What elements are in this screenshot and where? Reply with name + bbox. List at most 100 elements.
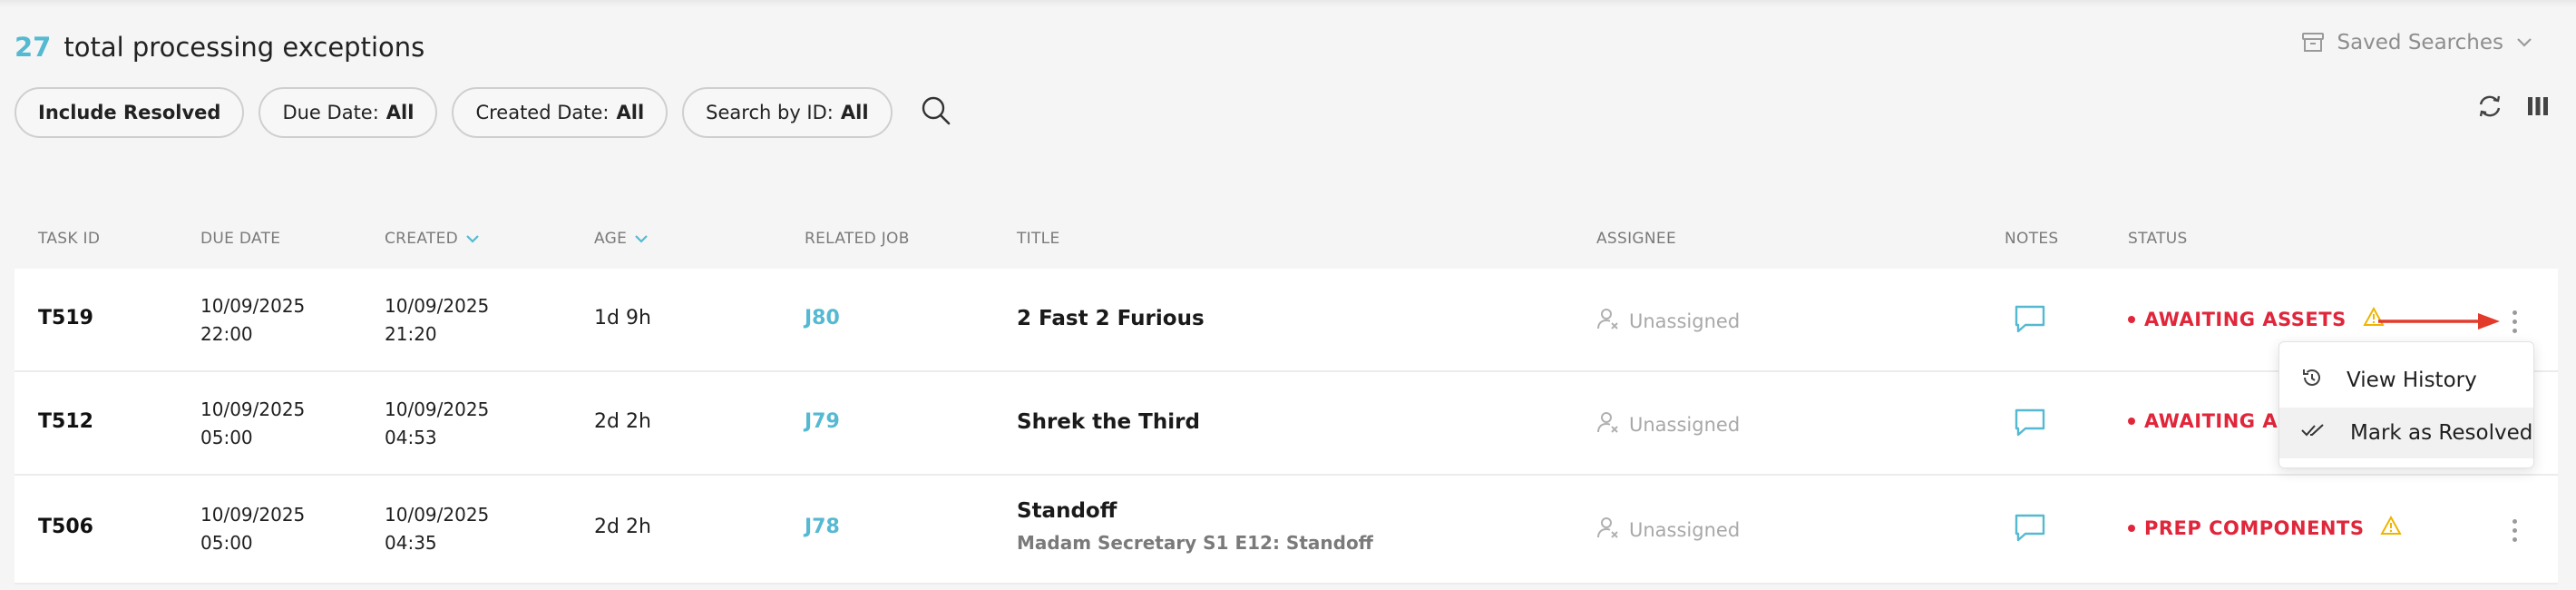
unassigned-user-icon	[1596, 410, 1620, 438]
due-date: 10/09/2025	[200, 295, 306, 317]
assignee[interactable]: Unassigned	[1596, 516, 1740, 544]
created-cell: 10/09/2025 21:20	[385, 292, 489, 349]
created-time: 21:20	[385, 323, 437, 345]
status-label: AWAITING ASSETS	[2144, 308, 2347, 330]
saved-searches-dropdown[interactable]: Saved Searches	[2302, 31, 2532, 54]
comment-icon	[2015, 305, 2045, 338]
created-date: 10/09/2025	[385, 398, 490, 420]
due-time: 05:00	[200, 532, 253, 554]
task-subtitle: Madam Secretary S1 E12: Standoff	[1017, 532, 1373, 554]
notes-button[interactable]	[2015, 305, 2045, 338]
view-history-label: View History	[2347, 369, 2477, 392]
assignee[interactable]: Unassigned	[1596, 307, 1740, 335]
table-row[interactable]: T506 10/09/2025 05:00 10/09/2025 04:35 2…	[15, 476, 2558, 585]
status-dot	[2128, 418, 2135, 425]
task-id: T519	[38, 307, 93, 329]
status-label: PREP COMPONENTS	[2144, 516, 2365, 539]
created-cell: 10/09/2025 04:35	[385, 501, 489, 557]
assignee[interactable]: Unassigned	[1596, 410, 1740, 438]
page-title-text: total processing exceptions	[63, 32, 425, 63]
unassigned-user-icon	[1596, 307, 1620, 335]
archive-icon	[2302, 33, 2325, 53]
created-date-filter[interactable]: Created Date: All	[452, 87, 668, 138]
created-cell: 10/09/2025 04:53	[385, 396, 489, 452]
table-tools	[2476, 94, 2549, 122]
due-date-filter-value: All	[385, 102, 415, 123]
col-status[interactable]: STATUS	[2128, 230, 2188, 248]
task-title: 2 Fast 2 Furious	[1017, 307, 1205, 330]
annotation-arrow	[2376, 310, 2503, 336]
related-job-link[interactable]: J80	[805, 307, 840, 329]
task-title: Standoff	[1017, 499, 1117, 523]
notes-button[interactable]	[2015, 408, 2045, 441]
due-time: 05:00	[200, 427, 253, 448]
task-id: T506	[38, 516, 93, 538]
due-date: 10/09/2025	[200, 398, 306, 420]
due-date: 10/09/2025	[200, 504, 306, 526]
col-age[interactable]: AGE	[594, 230, 649, 248]
status-badge: AWAITING ASSETS	[2128, 306, 2385, 331]
row-actions-menu-button[interactable]	[2503, 514, 2525, 546]
table-row[interactable]: T519 10/09/2025 22:00 10/09/2025 21:20 1…	[15, 269, 2558, 372]
mark-resolved-menu-item[interactable]: Mark as Resolved	[2279, 408, 2533, 458]
created-date: 10/09/2025	[385, 295, 490, 317]
age: 1d 9h	[594, 307, 651, 329]
mark-resolved-label: Mark as Resolved	[2350, 421, 2533, 445]
table-header: TASK ID DUE DATE CREATED AGE RELATED JOB…	[15, 222, 2558, 255]
created-date: 10/09/2025	[385, 504, 490, 526]
col-title-label: TITLE	[1017, 230, 1060, 248]
col-age-label: AGE	[594, 230, 628, 248]
include-resolved-button[interactable]: Include Resolved	[15, 87, 245, 138]
col-title[interactable]: TITLE	[1017, 230, 1060, 248]
saved-searches-label: Saved Searches	[2337, 31, 2503, 54]
exceptions-count: 27	[15, 32, 52, 63]
row-context-menu: View History Mark as Resolved	[2278, 341, 2534, 468]
created-time: 04:53	[385, 427, 437, 448]
notes-button[interactable]	[2015, 514, 2045, 546]
due-time: 22:00	[200, 323, 253, 345]
warning-icon	[2380, 515, 2403, 540]
col-created[interactable]: CREATED	[385, 230, 480, 248]
col-due-date[interactable]: DUE DATE	[200, 230, 280, 248]
due-date-filter-key: Due Date:	[282, 102, 379, 123]
col-notes-label: NOTES	[2005, 230, 2059, 248]
sort-chevron-icon	[634, 230, 649, 248]
history-icon	[2301, 367, 2323, 394]
assignee-label: Unassigned	[1629, 413, 1741, 436]
col-task-id[interactable]: TASK ID	[38, 230, 100, 248]
filter-bar: Include Resolved Due Date: All Created D…	[15, 87, 958, 138]
due-date-cell: 10/09/2025 05:00	[200, 501, 305, 557]
view-history-menu-item[interactable]: View History	[2279, 355, 2533, 406]
col-due-date-label: DUE DATE	[200, 230, 281, 248]
age: 2d 2h	[594, 516, 651, 538]
created-date-filter-value: All	[616, 102, 645, 123]
chevron-down-icon	[2516, 37, 2532, 48]
col-assignee-label: ASSIGNEE	[1596, 230, 1676, 248]
due-date-cell: 10/09/2025 22:00	[200, 292, 305, 349]
created-date-filter-key: Created Date:	[475, 102, 610, 123]
page-title: 27 total processing exceptions	[15, 27, 424, 67]
col-task-id-label: TASK ID	[38, 230, 101, 248]
col-related-job[interactable]: RELATED JOB	[805, 230, 910, 248]
col-assignee[interactable]: ASSIGNEE	[1596, 230, 1676, 248]
row-actions-menu-button[interactable]	[2503, 305, 2525, 338]
comment-icon	[2015, 514, 2045, 546]
col-created-label: CREATED	[385, 230, 459, 248]
related-job-link[interactable]: J78	[805, 516, 840, 538]
col-status-label: STATUS	[2128, 230, 2188, 248]
top-edge	[0, 0, 2576, 7]
col-related-job-label: RELATED JOB	[805, 230, 910, 248]
search-by-id-filter[interactable]: Search by ID: All	[682, 87, 893, 138]
due-date-filter[interactable]: Due Date: All	[259, 87, 438, 138]
search-by-id-key: Search by ID:	[706, 102, 834, 123]
table-row[interactable]: T512 10/09/2025 05:00 10/09/2025 04:53 2…	[15, 372, 2558, 476]
col-notes[interactable]: NOTES	[2005, 230, 2059, 248]
status-badge: PREP COMPONENTS	[2128, 515, 2403, 540]
related-job-link[interactable]: J79	[805, 410, 840, 433]
comment-icon	[2015, 408, 2045, 441]
created-time: 04:35	[385, 532, 437, 554]
age: 2d 2h	[594, 410, 651, 433]
refresh-icon[interactable]	[2476, 94, 2503, 122]
search-button[interactable]	[914, 91, 958, 134]
columns-icon[interactable]	[2527, 95, 2549, 121]
